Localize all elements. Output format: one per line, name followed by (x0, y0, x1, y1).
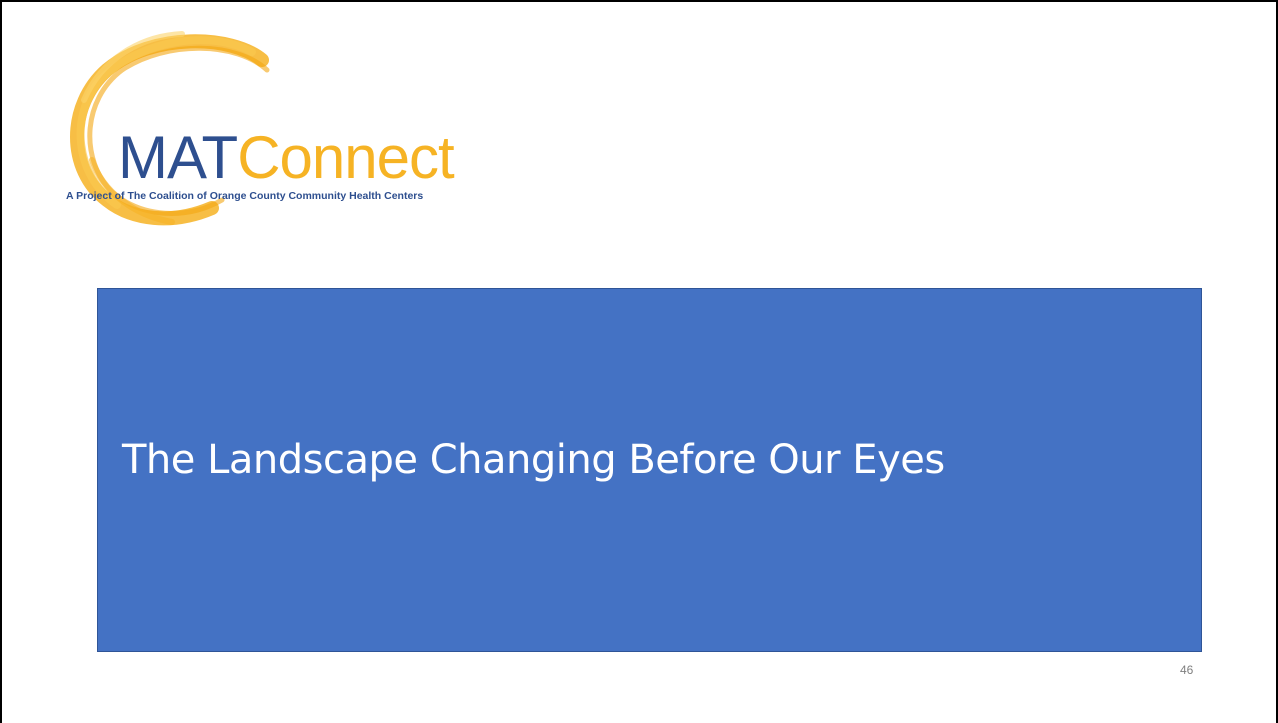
title-box: The Landscape Changing Before Our Eyes (97, 288, 1202, 652)
logo-wordmark-connect: Connect (237, 124, 454, 191)
logo-wordmark-mat: MAT (118, 124, 238, 191)
slide: MATConnect A Project of The Coalition of… (0, 0, 1278, 723)
slide-title: The Landscape Changing Before Our Eyes (122, 437, 945, 483)
slide-number: 46 (1180, 663, 1194, 677)
matconnect-logo: MATConnect A Project of The Coalition of… (62, 30, 532, 230)
logo-tagline: A Project of The Coalition of Orange Cou… (66, 190, 424, 202)
logo-wordmark: MATConnect (118, 128, 455, 188)
